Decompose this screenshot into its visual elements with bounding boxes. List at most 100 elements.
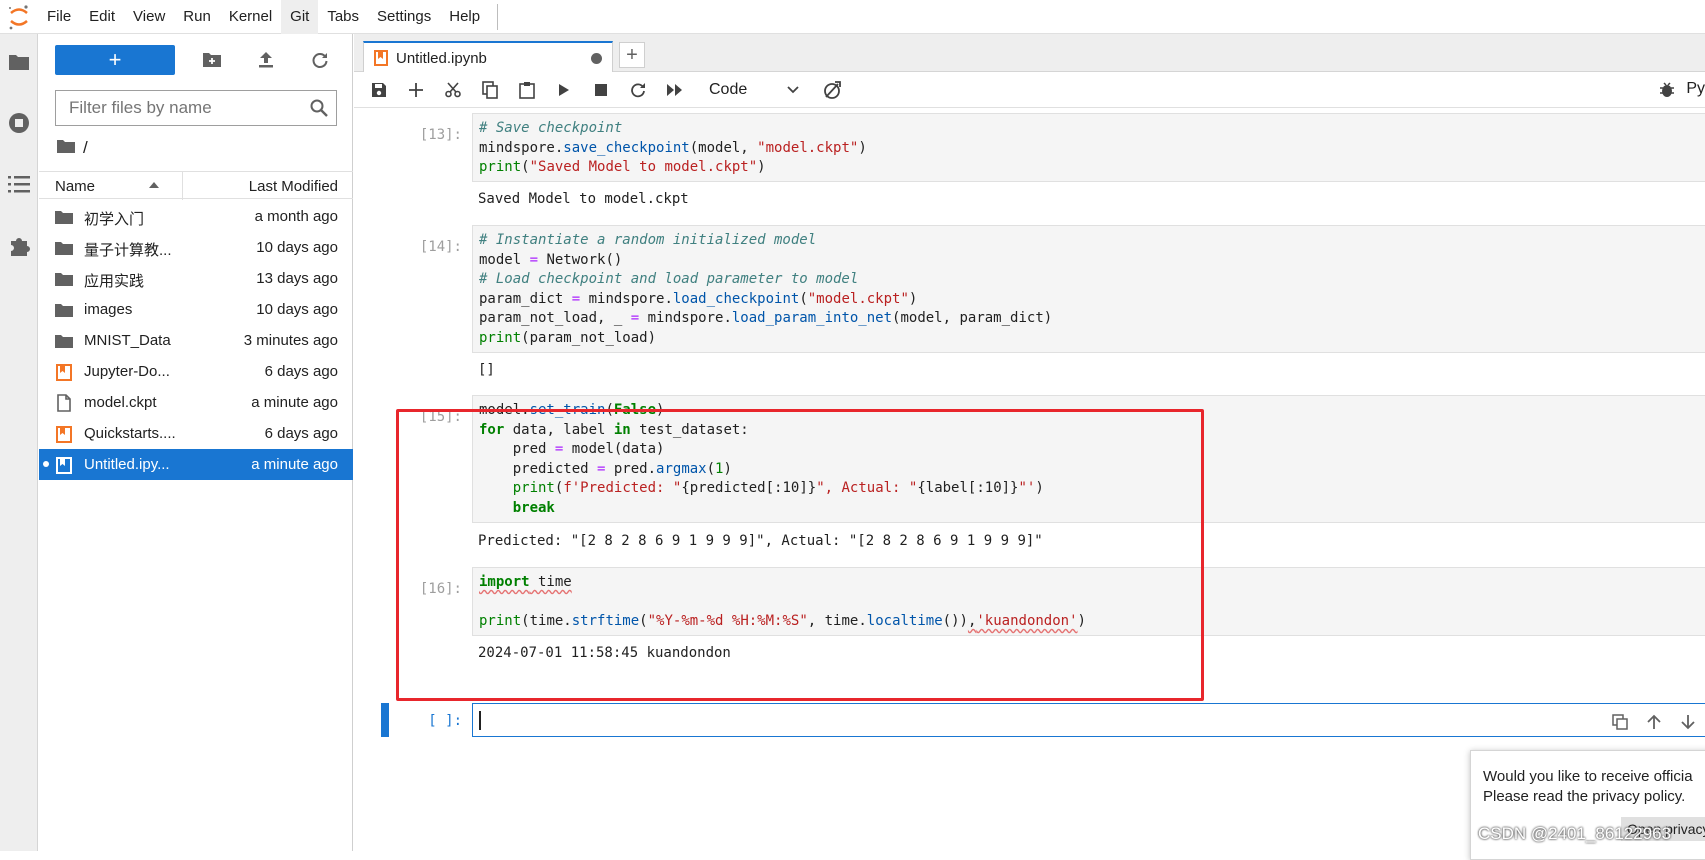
notebook-icon (55, 456, 73, 474)
folder-icon (55, 270, 73, 288)
kernel-name[interactable]: Py (1686, 80, 1705, 98)
code-line: import time (479, 574, 572, 590)
jupyter-logo-icon (0, 0, 38, 34)
menu-edit[interactable]: Edit (80, 0, 124, 34)
unsaved-dot-icon[interactable] (591, 53, 602, 64)
running-sessions-icon[interactable] (7, 111, 31, 135)
paste-icon[interactable] (508, 75, 545, 105)
code-cell-input[interactable]: # Instantiate a random initialized model… (472, 225, 1705, 353)
file-icon (55, 394, 73, 412)
file-list-item[interactable]: 量子计算教... 10 days ago (39, 232, 353, 263)
file-name: Quickstarts.... (84, 425, 176, 442)
insert-cell-icon[interactable] (397, 75, 434, 105)
copy-icon[interactable] (471, 75, 508, 105)
code-line: pred = model(data) (479, 441, 665, 458)
file-list-item[interactable]: model.ckpt a minute ago (39, 387, 353, 418)
file-modified: 10 days ago (256, 239, 338, 256)
duplicate-cell-icon[interactable] (1603, 709, 1637, 735)
file-list-item[interactable]: Untitled.ipy... a minute ago (39, 449, 353, 480)
breadcrumb-root[interactable]: / (83, 138, 88, 158)
restart-run-all-icon[interactable] (656, 75, 693, 105)
breadcrumb: / (57, 138, 88, 158)
upload-icon[interactable] (249, 45, 283, 75)
folder-icon (55, 208, 73, 226)
code-line: param_not_load, _ = mindspore.load_param… (479, 310, 1053, 327)
running-dot-icon (43, 461, 49, 467)
main-area: Untitled.ipynb + Code Py [13]: # Save ch… (354, 34, 1705, 851)
cut-icon[interactable] (434, 75, 471, 105)
code-line: print(f'Predicted: "{predicted[:10]}", A… (512, 480, 1044, 497)
file-list-item[interactable]: 应用实践 13 days ago (39, 263, 353, 294)
file-browser: + / Name Last Modified 初学入门 a month ago 量子… (39, 34, 353, 851)
activity-bar (0, 34, 38, 851)
file-list-header: Name Last Modified (39, 171, 353, 200)
cell-prompt: [13]: (419, 127, 462, 143)
code-line: model = Network() (479, 251, 623, 268)
menu-help[interactable]: Help (440, 0, 489, 34)
cell-type-dropdown[interactable]: Code (703, 77, 805, 103)
add-tab-button[interactable]: + (619, 42, 645, 68)
git-diff-icon[interactable] (813, 75, 850, 105)
chevron-down-icon (787, 81, 799, 99)
code-line: param_dict = mindspore.load_checkpoint("… (479, 290, 918, 307)
notebook-toolbar: Code Py (354, 72, 1705, 108)
file-list: 初学入门 a month ago 量子计算教... 10 days ago 应用实践 13… (39, 201, 353, 480)
file-modified: 6 days ago (264, 363, 338, 380)
folder-icon (55, 301, 73, 319)
code-cell-input[interactable]: model.set_train(False) for data, label i… (472, 395, 1705, 523)
file-modified: 13 days ago (256, 270, 338, 287)
file-list-item[interactable]: MNIST_Data 3 minutes ago (39, 325, 353, 356)
extension-puzzle-icon[interactable] (7, 234, 31, 258)
active-code-cell-input[interactable] (472, 703, 1705, 737)
cell-output: Predicted: "[2 8 2 8 6 9 1 9 9 9]", Actu… (478, 533, 1043, 549)
stop-icon[interactable] (582, 75, 619, 105)
folder-icon[interactable] (7, 50, 31, 74)
filter-files-input[interactable] (67, 97, 297, 119)
code-line: break (512, 499, 555, 516)
code-cell-input[interactable]: # Save checkpoint mindspore.save_checkpo… (472, 113, 1705, 182)
tab-untitled-notebook[interactable]: Untitled.ipynb (363, 41, 613, 73)
home-folder-icon[interactable] (57, 138, 75, 158)
text-cursor (479, 711, 481, 730)
code-line: for data, label in test_dataset: (479, 421, 749, 438)
file-list-item[interactable]: Jupyter-Do... 6 days ago (39, 356, 353, 387)
menu-kernel[interactable]: Kernel (220, 0, 281, 34)
debugger-bug-icon[interactable] (1659, 80, 1675, 103)
menu-view[interactable]: View (124, 0, 174, 34)
file-modified: 10 days ago (256, 301, 338, 318)
new-folder-icon[interactable] (195, 45, 229, 75)
code-line: print(param_not_load) (479, 329, 657, 346)
code-line: # Save checkpoint (479, 120, 623, 136)
notebook-icon (374, 50, 388, 66)
file-list-item[interactable]: images 10 days ago (39, 294, 353, 325)
column-divider[interactable] (182, 172, 183, 200)
refresh-icon[interactable] (303, 45, 337, 75)
code-cell-input[interactable]: import time print(time.strftime("%Y-%m-%… (472, 567, 1705, 636)
move-up-icon[interactable] (1637, 709, 1671, 735)
code-line: # Instantiate a random initialized model (479, 232, 817, 248)
run-icon[interactable] (545, 75, 582, 105)
file-list-item[interactable]: Quickstarts.... 6 days ago (39, 418, 353, 449)
tab-label: Untitled.ipynb (396, 49, 487, 67)
move-down-icon[interactable] (1671, 709, 1705, 735)
cell-toolbar (1603, 709, 1705, 735)
file-list-item[interactable]: 初学入门 a month ago (39, 201, 353, 232)
menu-tabs[interactable]: Tabs (318, 0, 368, 34)
filter-files-field[interactable] (55, 90, 337, 126)
menu-file[interactable]: File (38, 0, 80, 34)
column-name-header[interactable]: Name (55, 178, 95, 195)
file-modified: 3 minutes ago (243, 332, 338, 349)
file-modified: 6 days ago (264, 425, 338, 442)
menu-settings[interactable]: Settings (368, 0, 440, 34)
new-launcher-button[interactable]: + (55, 45, 175, 75)
menu-git[interactable]: Git (281, 0, 319, 34)
cell-prompt: [ ]: (428, 713, 462, 729)
menu-run[interactable]: Run (174, 0, 220, 34)
column-last-modified-header[interactable]: Last Modified (249, 178, 338, 195)
table-of-contents-icon[interactable] (7, 172, 31, 196)
notification-message: Would you like to receive officia (1483, 768, 1693, 785)
restart-kernel-icon[interactable] (619, 75, 656, 105)
code-line: print("Saved Model to model.ckpt") (479, 159, 766, 176)
save-icon[interactable] (360, 75, 397, 105)
